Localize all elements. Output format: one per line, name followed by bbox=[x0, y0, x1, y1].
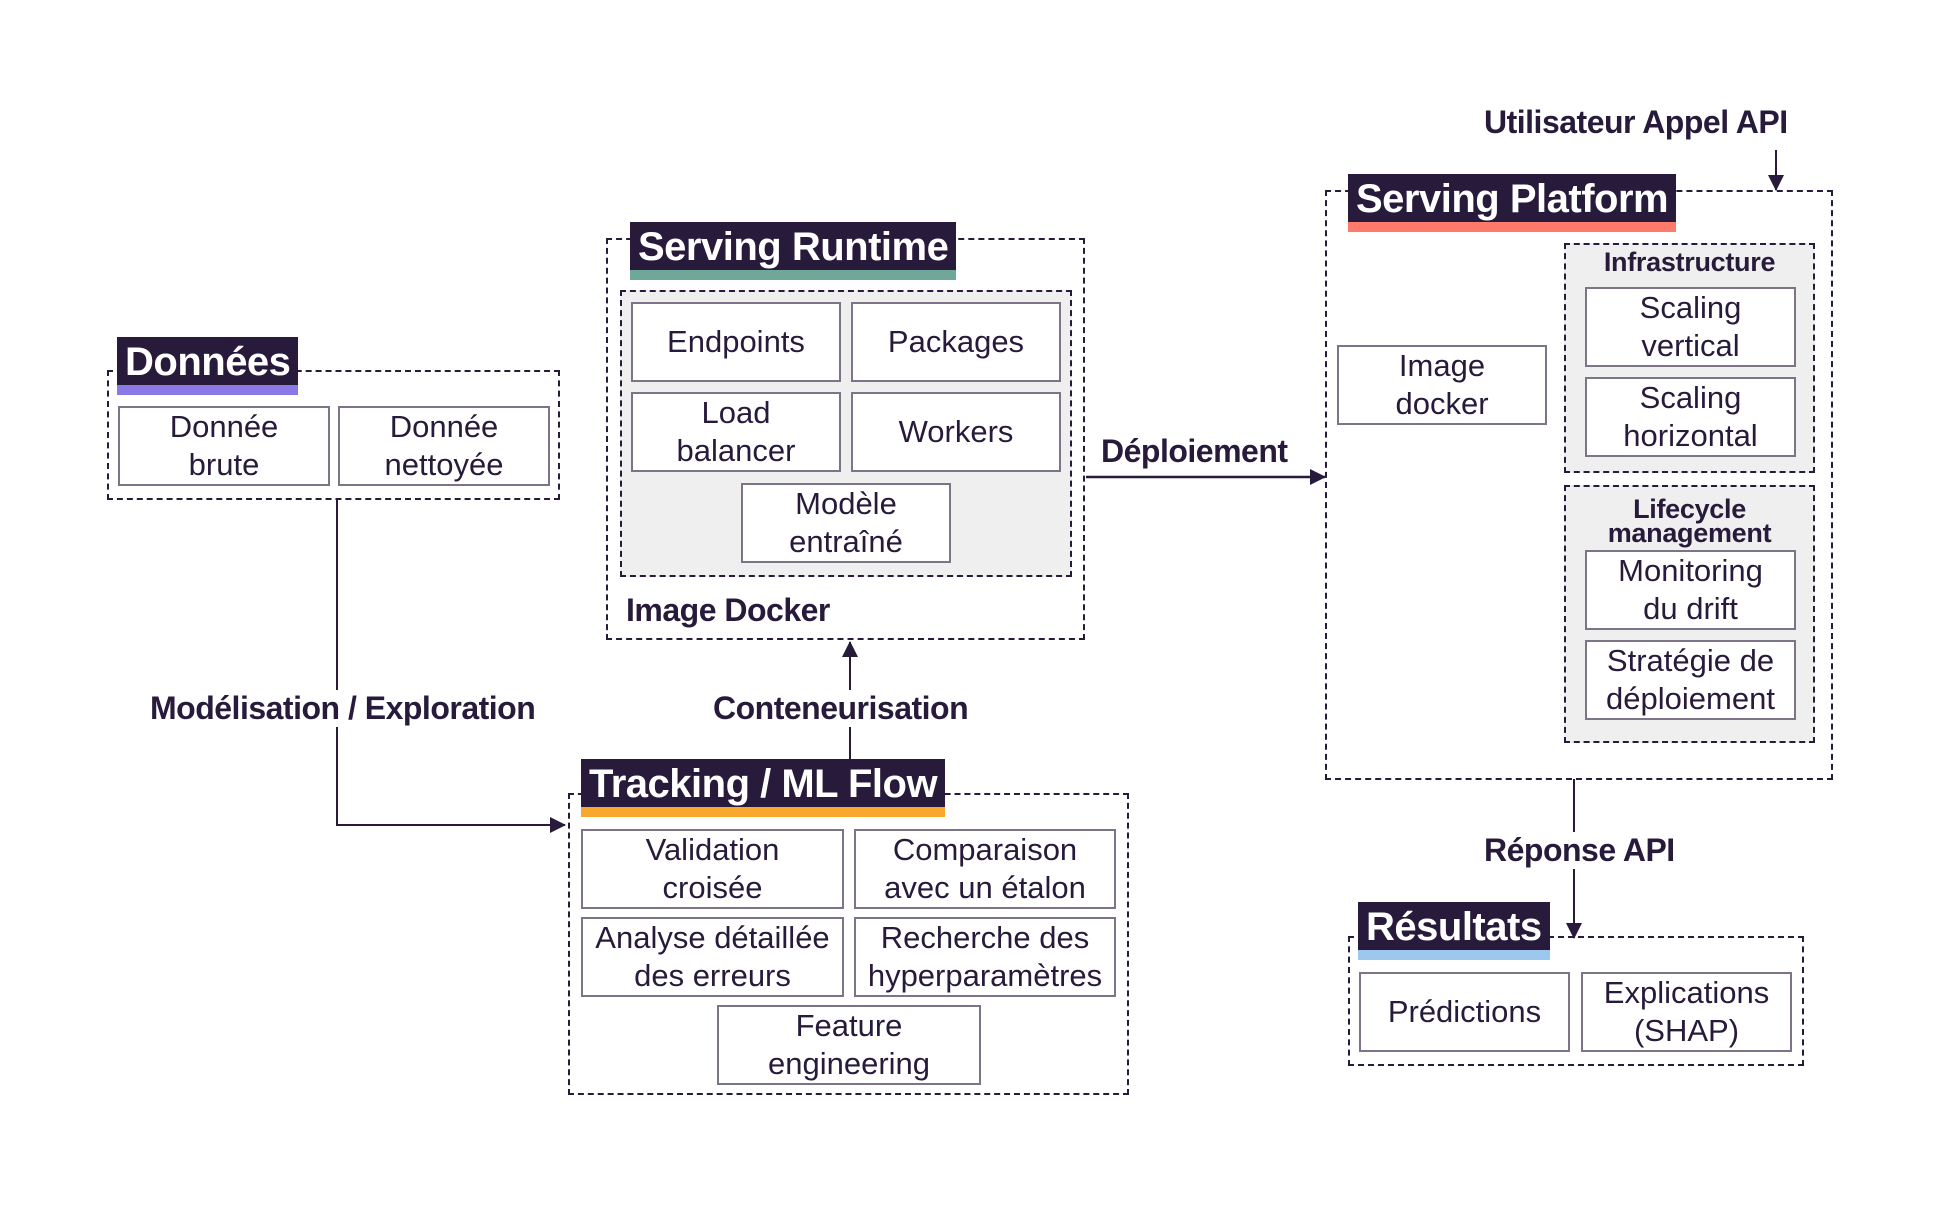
serving-platform-title: Serving Platform bbox=[1348, 174, 1677, 232]
runtime-item-endpoints[interactable]: Endpoints bbox=[631, 302, 841, 382]
image-docker-label: Image Docker bbox=[626, 592, 830, 628]
runtime-item-load-balancer[interactable]: Load balancer bbox=[631, 392, 841, 472]
platform-image-docker[interactable]: Image docker bbox=[1337, 345, 1547, 425]
lifecycle-item-monitoring[interactable]: Monitoring du drift bbox=[1585, 550, 1796, 630]
edge-modelisation-line bbox=[336, 498, 566, 833]
infrastructure-label: Infrastructure bbox=[1603, 247, 1776, 277]
edge-label-utilisateur: Utilisateur Appel API bbox=[1484, 104, 1788, 141]
lifecycle-label: Lifecycle management bbox=[1607, 494, 1772, 548]
serving-runtime-title: Serving Runtime bbox=[630, 222, 957, 280]
infra-item-scaling-vertical[interactable]: Scaling vertical bbox=[1585, 287, 1796, 367]
runtime-item-workers[interactable]: Workers bbox=[851, 392, 1061, 472]
resultats-item-predictions[interactable]: Prédictions bbox=[1359, 972, 1570, 1052]
runtime-item-packages[interactable]: Packages bbox=[851, 302, 1061, 382]
resultats-title-text: Résultats bbox=[1366, 905, 1542, 949]
tracking-item-comparaison[interactable]: Comparaison avec un étalon bbox=[854, 829, 1116, 909]
edge-label-deploiement: Déploiement bbox=[1101, 433, 1288, 469]
lifecycle-item-strategie[interactable]: Stratégie de déploiement bbox=[1585, 640, 1796, 720]
tracking-title: Tracking / ML Flow bbox=[581, 759, 946, 817]
resultats-title-stripe bbox=[1358, 950, 1550, 960]
serving-runtime-title-text: Serving Runtime bbox=[638, 225, 949, 269]
resultats-item-explications[interactable]: Explications (SHAP) bbox=[1581, 972, 1792, 1052]
tracking-title-text: Tracking / ML Flow bbox=[589, 762, 938, 806]
donnees-item-brute[interactable]: Donnée brute bbox=[118, 406, 330, 486]
tracking-item-recherche[interactable]: Recherche des hyperparamètres bbox=[854, 917, 1116, 997]
edge-label-conteneurisation: Conteneurisation bbox=[711, 690, 971, 727]
donnees-title: Données bbox=[117, 337, 299, 395]
serving-platform-title-text: Serving Platform bbox=[1356, 177, 1669, 221]
donnees-title-text: Données bbox=[125, 340, 291, 384]
donnees-item-nettoyee[interactable]: Donnée nettoyée bbox=[338, 406, 550, 486]
tracking-item-feature-engineering[interactable]: Feature engineering bbox=[717, 1005, 981, 1085]
donnees-title-stripe bbox=[117, 385, 299, 395]
edge-label-reponse: Réponse API bbox=[1480, 832, 1679, 869]
resultats-title: Résultats bbox=[1358, 902, 1550, 960]
infra-item-scaling-horizontal[interactable]: Scaling horizontal bbox=[1585, 377, 1796, 457]
edge-label-modelisation: Modélisation / Exploration bbox=[148, 690, 538, 727]
tracking-item-analyse[interactable]: Analyse détaillée des erreurs bbox=[581, 917, 844, 997]
tracking-title-stripe bbox=[581, 807, 946, 817]
runtime-item-modele-entraine[interactable]: Modèle entraîné bbox=[741, 483, 951, 563]
tracking-item-validation[interactable]: Validation croisée bbox=[581, 829, 844, 909]
serving-platform-title-stripe bbox=[1348, 222, 1677, 232]
serving-runtime-title-stripe bbox=[630, 270, 957, 280]
